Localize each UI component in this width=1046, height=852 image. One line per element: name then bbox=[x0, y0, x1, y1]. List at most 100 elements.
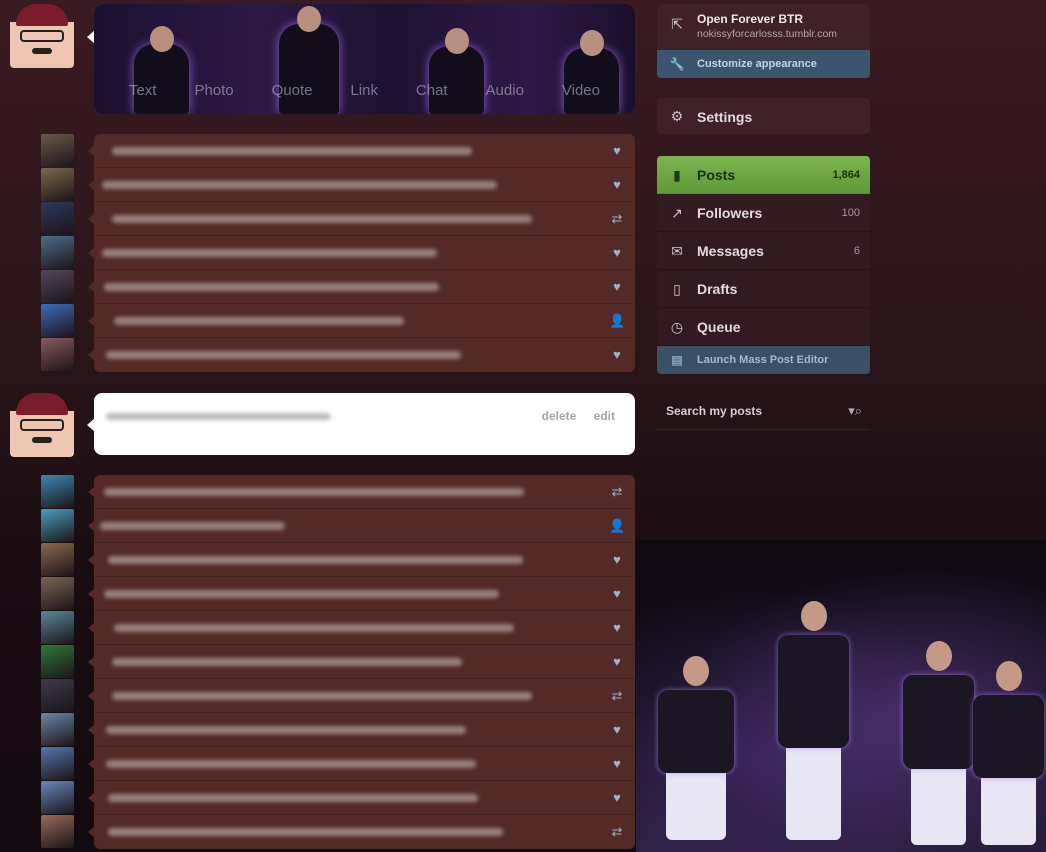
notification-avatar[interactable] bbox=[41, 475, 74, 508]
notification-text-blurred bbox=[102, 249, 437, 257]
mass-post-editor-button[interactable]: ▤ Launch Mass Post Editor bbox=[657, 346, 870, 374]
nav-posts[interactable]: ▮ Posts 1,864 bbox=[657, 156, 870, 194]
list-item[interactable]: ♥ bbox=[88, 747, 635, 781]
post-type-video[interactable]: Video bbox=[562, 82, 600, 99]
post-type-photo[interactable]: Photo bbox=[194, 82, 233, 99]
notification-avatar[interactable] bbox=[41, 679, 74, 712]
list-item[interactable]: ♥ bbox=[88, 270, 635, 304]
list-item[interactable]: ⇄ bbox=[88, 679, 635, 713]
row-pointer bbox=[88, 555, 94, 565]
notification-text-blurred bbox=[102, 181, 497, 189]
list-item[interactable]: ♥ bbox=[88, 645, 635, 679]
list-item[interactable]: 👤 bbox=[88, 509, 635, 543]
post-author-avatar[interactable] bbox=[10, 393, 74, 457]
notification-text-blurred bbox=[112, 215, 532, 223]
notification-text-blurred bbox=[114, 317, 404, 325]
list-item[interactable]: ♥ bbox=[88, 134, 635, 168]
delete-button[interactable]: delete bbox=[542, 409, 577, 423]
notification-avatar[interactable] bbox=[41, 168, 74, 201]
notification-avatar[interactable] bbox=[41, 781, 74, 814]
customize-appearance-button[interactable]: 🔧 Customize appearance bbox=[657, 50, 870, 78]
blog-url: nokissyforcarlosss.tumblr.com bbox=[697, 28, 838, 40]
list-item[interactable]: ♥ bbox=[88, 577, 635, 611]
list-item[interactable]: ⇄ bbox=[88, 475, 635, 509]
nav-count: 1,864 bbox=[832, 169, 860, 181]
notification-avatar[interactable] bbox=[41, 236, 74, 269]
search-input[interactable] bbox=[657, 394, 837, 428]
list-item[interactable]: ♥ bbox=[88, 713, 635, 747]
heart-icon: ♥ bbox=[613, 654, 621, 669]
nav-followers[interactable]: ↗ Followers 100 bbox=[657, 194, 870, 232]
post-type-quote[interactable]: Quote bbox=[272, 82, 313, 99]
search-icon[interactable]: ▾⌕ bbox=[848, 403, 862, 419]
notification-list: ⇄ 👤 ♥ ♥ ♥ ♥ ⇄ ♥ ♥ ♥ ⇄ bbox=[88, 475, 635, 849]
nav-label: Posts bbox=[697, 167, 736, 183]
heart-icon: ♥ bbox=[613, 177, 621, 192]
post-type-link[interactable]: Link bbox=[350, 82, 378, 99]
list-item[interactable]: ♥ bbox=[88, 338, 635, 372]
post-type-chat[interactable]: Chat bbox=[416, 82, 448, 99]
notification-avatar[interactable] bbox=[41, 270, 74, 303]
post-composer: Text Photo Quote Link Chat Audio Video bbox=[94, 4, 635, 114]
notification-avatar[interactable] bbox=[41, 134, 74, 167]
row-pointer bbox=[88, 316, 94, 326]
row-pointer bbox=[88, 350, 94, 360]
row-pointer bbox=[88, 657, 94, 667]
envelope-icon: ✉ bbox=[671, 243, 683, 259]
dancer-figure bbox=[658, 656, 734, 840]
notification-avatar[interactable] bbox=[41, 713, 74, 746]
draft-icon: ▯ bbox=[673, 281, 681, 297]
post-type-text[interactable]: Text bbox=[129, 82, 157, 99]
heart-icon: ♥ bbox=[613, 586, 621, 601]
notification-avatar[interactable] bbox=[41, 815, 74, 848]
open-blog-link[interactable]: ⇱ Open Forever BTR nokissyforcarlosss.tu… bbox=[657, 4, 870, 50]
mass-editor-label: Launch Mass Post Editor bbox=[697, 354, 829, 366]
post-type-bar: Text Photo Quote Link Chat Audio Video bbox=[94, 82, 635, 99]
clock-icon: ◷ bbox=[670, 319, 684, 335]
user-avatar[interactable] bbox=[10, 4, 74, 68]
notification-avatar[interactable] bbox=[41, 611, 74, 644]
nav-messages[interactable]: ✉ Messages 6 bbox=[657, 232, 870, 270]
row-pointer bbox=[88, 793, 94, 803]
list-item[interactable]: ⇄ bbox=[88, 815, 635, 849]
settings-label: Settings bbox=[697, 109, 753, 125]
nav-label: Messages bbox=[697, 243, 764, 259]
nav-queue[interactable]: ◷ Queue bbox=[657, 308, 870, 346]
heart-icon: ♥ bbox=[613, 722, 621, 737]
post-controls: delete edit bbox=[528, 409, 615, 423]
list-item[interactable]: ⇄ bbox=[88, 202, 635, 236]
edit-button[interactable]: edit bbox=[594, 409, 615, 423]
row-pointer bbox=[88, 623, 94, 633]
nav-drafts[interactable]: ▯ Drafts bbox=[657, 270, 870, 308]
reblog-icon: ⇄ bbox=[611, 211, 623, 226]
follow-icon: 👤 bbox=[609, 518, 626, 533]
row-pointer bbox=[88, 691, 94, 701]
follow-icon: 👤 bbox=[609, 313, 626, 328]
notification-text-blurred bbox=[104, 283, 439, 291]
notification-avatar[interactable] bbox=[41, 577, 74, 610]
heart-icon: ♥ bbox=[613, 143, 621, 158]
list-item[interactable]: ♥ bbox=[88, 168, 635, 202]
notification-avatar[interactable] bbox=[41, 645, 74, 678]
notification-avatar[interactable] bbox=[41, 509, 74, 542]
blog-nav: ▮ Posts 1,864 ↗ Followers 100 ✉ Messages… bbox=[657, 156, 870, 374]
list-item[interactable]: ♥ bbox=[88, 543, 635, 577]
notification-avatar[interactable] bbox=[41, 747, 74, 780]
notification-text-blurred bbox=[108, 828, 503, 836]
list-item[interactable]: 👤 bbox=[88, 304, 635, 338]
post-type-audio[interactable]: Audio bbox=[486, 82, 524, 99]
notification-avatar[interactable] bbox=[41, 543, 74, 576]
wrench-icon: 🔧 bbox=[669, 57, 685, 71]
row-pointer bbox=[88, 487, 94, 497]
external-link-icon: ⇱ bbox=[671, 16, 683, 32]
notification-text-blurred bbox=[100, 522, 285, 530]
list-item[interactable]: ♥ bbox=[88, 236, 635, 270]
notification-avatar[interactable] bbox=[41, 202, 74, 235]
list-item[interactable]: ♥ bbox=[88, 781, 635, 815]
notification-avatar[interactable] bbox=[41, 304, 74, 337]
search-box: ▾⌕ bbox=[657, 394, 870, 430]
list-item[interactable]: ♥ bbox=[88, 611, 635, 645]
heart-icon: ♥ bbox=[613, 620, 621, 635]
notification-avatar[interactable] bbox=[41, 338, 74, 371]
settings-button[interactable]: ⚙ Settings bbox=[657, 98, 870, 134]
